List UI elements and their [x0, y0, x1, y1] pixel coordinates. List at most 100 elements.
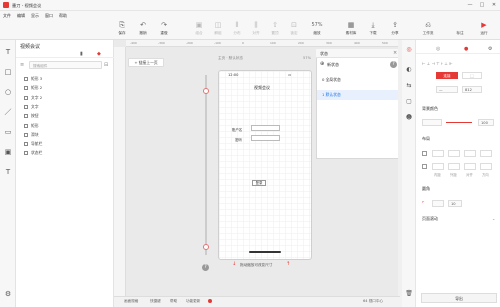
close-button[interactable]: ✕ — [490, 2, 498, 8]
layout-checkbox-2[interactable] — [422, 164, 427, 169]
menu-view[interactable]: 显示 — [31, 13, 39, 19]
state-item-default[interactable]: 1 默认状态 — [317, 90, 401, 100]
menu-edit[interactable]: 编辑 — [17, 13, 25, 19]
layer-item[interactable]: 矩形 2 — [24, 83, 112, 92]
radius-field[interactable]: 10 — [448, 200, 462, 207]
color-swatch[interactable] — [422, 119, 442, 126]
layout-seg-6[interactable] — [448, 163, 460, 170]
radius-corner-field[interactable] — [432, 200, 444, 207]
toolbar-save-button[interactable]: ⎘ 保存 — [113, 22, 131, 38]
password-field[interactable] — [251, 135, 280, 141]
align-icons[interactable]: ⊢ ⊥ ⊣ ⊤ ⊦ ⊥ ⊩ — [422, 61, 453, 66]
image-tool-icon[interactable]: ▭ — [4, 128, 12, 136]
toolbar-distribute-button[interactable]: ⫴ 分布 — [228, 22, 246, 38]
toolbar-align-button[interactable]: ⫼ 对齐 — [247, 22, 265, 38]
layer-item[interactable]: 状态栏 — [24, 148, 112, 157]
pages-tab-icon[interactable]: ▮ — [80, 51, 86, 57]
status-updates[interactable]: 功能更新 — [186, 299, 200, 304]
layer-item[interactable]: 矩形 — [24, 121, 112, 130]
emoji-icon[interactable]: ☻ — [405, 114, 413, 122]
layout-seg-1[interactable] — [432, 150, 444, 157]
login-button[interactable]: 登录 — [252, 180, 266, 186]
search-input[interactable]: 搜索组件 — [29, 61, 102, 69]
toolbar-download-button[interactable]: ⤓ 下载 — [364, 22, 382, 38]
fill-option[interactable]: ⬚ — [462, 72, 482, 79]
settings-icon[interactable]: ⚙ — [4, 290, 12, 298]
opacity-slider[interactable] — [446, 122, 472, 124]
style-icon[interactable]: ◐ — [405, 66, 413, 74]
text-tool-icon[interactable]: T — [4, 48, 12, 56]
width-field[interactable]: — — [436, 86, 458, 93]
status-shortcuts[interactable]: 快捷键 — [150, 299, 161, 304]
toolbar-bring-front-button[interactable]: ⇧ 置顶 — [266, 22, 284, 38]
layout-seg-2[interactable] — [448, 150, 460, 157]
layer-item[interactable]: 文字 2 — [24, 93, 112, 102]
toolbar-annotate-button[interactable]: 标注 — [450, 22, 470, 38]
menu-help[interactable]: 帮助 — [59, 13, 67, 19]
toolbar-undo-button[interactable]: ↶ 撤销 — [134, 22, 152, 38]
status-help[interactable]: 帮助 — [170, 299, 177, 304]
tab-design[interactable]: ◎ — [436, 46, 440, 52]
toolbar-lock-button[interactable]: ⊡ 锁定 — [285, 22, 303, 38]
rectangle-tool-icon[interactable]: □ — [4, 68, 12, 76]
help-icon[interactable]: ? — [202, 264, 209, 271]
layout-seg-5[interactable] — [432, 163, 444, 170]
tab-interaction[interactable]: ● — [464, 46, 468, 52]
chevron-down-icon[interactable]: ⌄ — [492, 216, 495, 221]
toolbar-ungroup-button[interactable]: ◫ 解组 — [209, 22, 227, 38]
filter-icon[interactable]: ≡ — [20, 62, 24, 68]
add-state-icon[interactable]: ⊕ — [320, 61, 324, 67]
export-button[interactable]: 导出 — [421, 293, 497, 303]
comment-icon[interactable]: ▢ — [405, 98, 413, 106]
minimize-button[interactable]: — — [466, 2, 474, 8]
zoom-slider-handle-bottom[interactable] — [203, 244, 209, 250]
toolbar-workflow-button[interactable]: ⎌ 工作流 — [418, 22, 438, 38]
toolbar-share-button[interactable]: ⇪ 分享 — [386, 22, 404, 38]
layer-item[interactable]: 矩形 3 — [24, 74, 112, 83]
tab-settings[interactable]: ⚙ — [488, 46, 492, 52]
interaction-icon[interactable]: ⇆ — [405, 82, 413, 90]
states-help-icon[interactable]: ? — [390, 61, 397, 68]
layer-item[interactable]: 按钮 — [24, 111, 112, 120]
layer-item[interactable]: 滑块 — [24, 130, 112, 139]
line-tool-icon[interactable]: ／ — [4, 108, 12, 116]
radius-icon: ⌜ — [422, 201, 425, 207]
add-link-button[interactable]: + 链接上一页 — [128, 58, 164, 67]
menu-window[interactable]: 窗口 — [45, 13, 53, 19]
layout-seg-7[interactable] — [464, 163, 476, 170]
fill-toggle[interactable]: 连接 — [436, 72, 458, 79]
ellipse-tool-icon[interactable]: ○ — [4, 88, 12, 96]
layers-tab-icon[interactable]: ◆ — [97, 51, 103, 57]
opacity-field[interactable]: 100 — [478, 119, 494, 126]
layer-item[interactable]: 导航栏 — [24, 139, 112, 148]
toolbar-play-button[interactable]: ▶ 运行 — [474, 22, 494, 38]
toolbar-redo-button[interactable]: ↷ 重做 — [155, 22, 173, 38]
status-spec[interactable]: 画面规格 — [124, 299, 138, 304]
account-field[interactable] — [251, 125, 280, 131]
layout-seg-4[interactable] — [480, 150, 492, 157]
component-tool-icon[interactable]: ▣ — [4, 148, 12, 156]
collapse-icon[interactable]: ⊟ — [104, 62, 108, 68]
layer-label: 文字 — [31, 103, 39, 109]
add-state-label[interactable]: 新状态 — [327, 62, 339, 68]
textbox-tool-icon[interactable]: T — [4, 168, 12, 176]
phone-artboard[interactable] — [218, 70, 312, 260]
layer-item[interactable]: 文字 — [24, 102, 112, 111]
toolbar-library-button[interactable]: ▦ 素材库 — [342, 22, 360, 38]
layout-seg-3[interactable] — [464, 150, 476, 157]
state-item-global[interactable]: 0 全局状态 — [317, 75, 401, 85]
zoom-control[interactable]: 57% 缩放 — [306, 22, 328, 38]
toolbar-label: 保存 — [118, 31, 126, 35]
layout-sub-2: 外距 — [450, 173, 457, 177]
menu-file[interactable]: 文件 — [3, 13, 11, 19]
height-field[interactable]: 812 — [462, 86, 482, 93]
trash-icon[interactable]: 🗑 — [405, 290, 413, 298]
states-close-icon[interactable]: × — [393, 50, 397, 56]
zoom-slider-handle-top[interactable] — [203, 88, 209, 94]
layout-seg-8[interactable] — [480, 163, 492, 170]
layout-checkbox-1[interactable] — [422, 151, 427, 156]
toolbar-group-button[interactable]: ▣ 组合 — [190, 22, 208, 38]
target-icon[interactable]: ◎ — [405, 46, 413, 54]
zoom-slider-track[interactable] — [205, 75, 207, 255]
maximize-button[interactable]: □ — [478, 2, 486, 8]
